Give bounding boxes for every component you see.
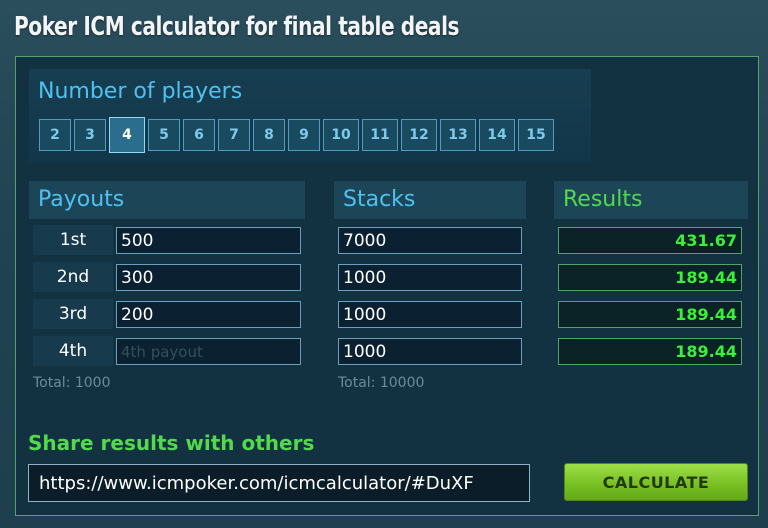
player-count-9-button[interactable]: 9 [288, 119, 320, 151]
stacks-header: Stacks [334, 181, 526, 219]
player-count-selector: 2 3 4 5 6 7 8 9 10 11 12 13 14 15 [39, 117, 554, 153]
calculate-button[interactable]: CALCULATE [564, 463, 748, 501]
payout-2nd-input[interactable] [116, 264, 301, 291]
payouts-label: Payouts [38, 187, 125, 212]
place-4th-label: 4th [33, 336, 113, 366]
player-count-4-button[interactable]: 4 [109, 117, 145, 153]
place-3rd-label: 3rd [33, 299, 113, 329]
stacks-total: Total: 10000 [338, 375, 425, 391]
number-of-players-section: Number of players 2 3 4 5 6 7 8 9 10 11 … [29, 69, 591, 163]
result-3-value: 189.44 [558, 301, 742, 328]
player-count-13-button[interactable]: 13 [440, 119, 476, 151]
payouts-header: Payouts [29, 181, 305, 219]
result-4-value: 189.44 [558, 338, 742, 365]
player-count-6-button[interactable]: 6 [183, 119, 215, 151]
result-2-value: 189.44 [558, 264, 742, 291]
stack-1-input[interactable] [338, 227, 522, 254]
stack-4-input[interactable] [338, 338, 522, 365]
place-2nd-label: 2nd [33, 262, 113, 292]
payout-1st-input[interactable] [116, 227, 301, 254]
player-count-10-button[interactable]: 10 [323, 119, 359, 151]
player-count-8-button[interactable]: 8 [253, 119, 285, 151]
calculator-panel: Number of players 2 3 4 5 6 7 8 9 10 11 … [15, 56, 759, 516]
results-header: Results [554, 181, 748, 219]
player-count-7-button[interactable]: 7 [218, 119, 250, 151]
player-count-12-button[interactable]: 12 [401, 119, 437, 151]
player-count-2-button[interactable]: 2 [39, 119, 71, 151]
share-url-field[interactable] [28, 464, 530, 502]
player-count-15-button[interactable]: 15 [518, 119, 554, 151]
player-count-3-button[interactable]: 3 [74, 119, 106, 151]
stack-2-input[interactable] [338, 264, 522, 291]
page-title: Poker ICM calculator for final table dea… [14, 12, 460, 42]
payout-4th-input[interactable] [116, 338, 301, 365]
results-label: Results [563, 187, 643, 212]
player-count-5-button[interactable]: 5 [148, 119, 180, 151]
stack-3-input[interactable] [338, 301, 522, 328]
result-1-value: 431.67 [558, 227, 742, 254]
payout-3rd-input[interactable] [116, 301, 301, 328]
player-count-11-button[interactable]: 11 [362, 119, 398, 151]
place-1st-label: 1st [33, 225, 113, 255]
share-results-title: Share results with others [28, 431, 315, 455]
player-count-14-button[interactable]: 14 [479, 119, 515, 151]
payouts-total: Total: 1000 [33, 375, 111, 391]
number-of-players-label: Number of players [38, 79, 243, 104]
stacks-label: Stacks [343, 187, 416, 212]
